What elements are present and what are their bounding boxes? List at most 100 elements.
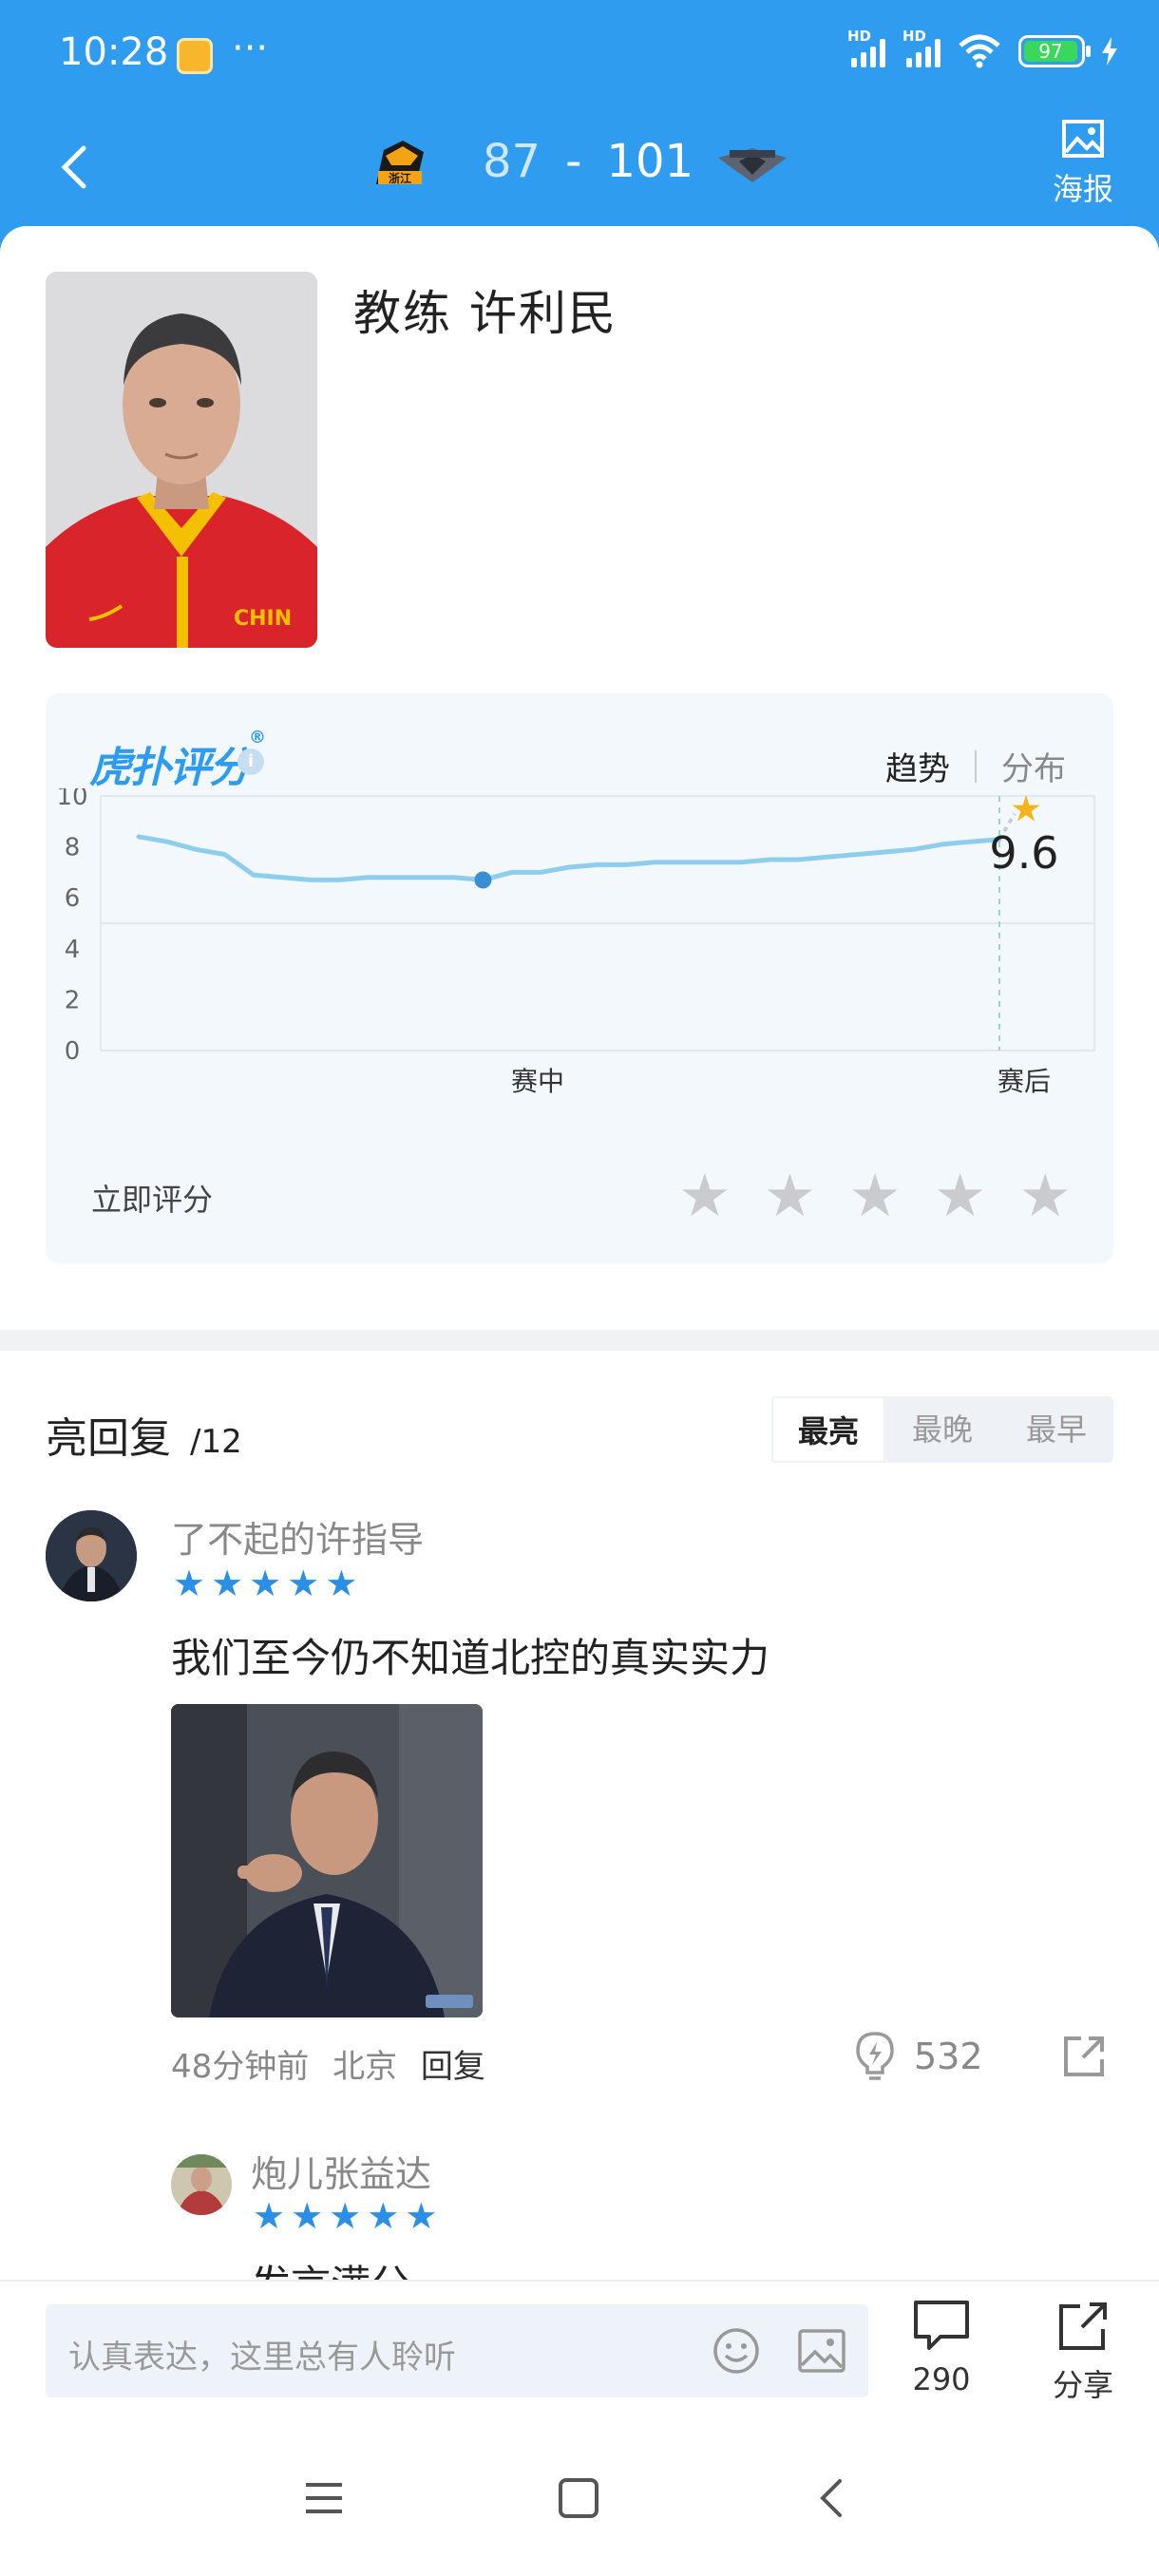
user-star-icon: ★: [325, 1563, 358, 1604]
sort-tab-earliest[interactable]: 最早: [999, 1396, 1113, 1463]
sub-reply-user-stars: ★ ★ ★ ★ ★: [253, 2198, 437, 2234]
like-button[interactable]: 532: [853, 2031, 983, 2082]
poster-button[interactable]: 海报: [1045, 118, 1121, 209]
comment-bar: 认真表达，这里总有人聆听 290 分享: [0, 2280, 1159, 2428]
avatar[interactable]: [46, 1510, 137, 1601]
user-star-icon: ★: [249, 1563, 282, 1604]
user-star-icon: ★: [287, 1563, 320, 1604]
rating-trend-chart: 10 8 6 4 2 0 ★ 9.6 赛中 赛后: [56, 788, 1095, 1097]
poster-label: 海报: [1052, 171, 1113, 207]
zhejiang-team-logo[interactable]: 浙江: [369, 133, 431, 196]
top-bar: 10:28 ··· HD HD 97 浙江 87 - 101 海报: [0, 0, 1159, 256]
menu-icon[interactable]: [302, 2477, 346, 2519]
tab-separator: [975, 749, 977, 783]
user-star-icon: ★: [329, 2195, 362, 2237]
y-tick-label: 2: [65, 986, 81, 1014]
sub-reply-text: 发言满分: [251, 2253, 410, 2280]
system-nav-bar: [0, 2428, 1159, 2576]
rate-star-1[interactable]: ★: [678, 1166, 732, 1225]
status-time: 10:28: [59, 30, 169, 74]
reply-button[interactable]: 回复: [421, 2048, 485, 2086]
reply-meta: 48分钟前 北京 回复: [171, 2040, 485, 2087]
rate-star-4[interactable]: ★: [934, 1166, 987, 1225]
tab-trend[interactable]: 趋势: [885, 743, 950, 789]
poster-icon: [1062, 120, 1104, 158]
trend-line: [136, 834, 1002, 882]
reply-user-stars: ★ ★ ★ ★ ★: [173, 1565, 357, 1601]
sub-reply: 炮儿张益达 ★★★★★ 发言满分: [0, 2130, 1159, 2280]
game-header: 浙江 87 - 101 海报: [0, 112, 1159, 230]
back-nav-icon[interactable]: [813, 2477, 851, 2519]
section-divider: [0, 1330, 1159, 1351]
back-arrow-icon[interactable]: [48, 139, 104, 196]
svg-text:浙江: 浙江: [389, 171, 411, 185]
comment-icon: [914, 2301, 969, 2350]
share-button[interactable]: 分享: [1049, 2299, 1117, 2405]
user-star-icon: ★: [367, 2195, 400, 2237]
comment-count-button[interactable]: 290: [908, 2299, 975, 2397]
coach-photo: CHIN: [46, 272, 317, 648]
avatar[interactable]: [171, 2154, 232, 2215]
svg-text:CHIN: CHIN: [234, 607, 292, 631]
share-icon[interactable]: [1060, 2033, 1108, 2080]
highlight-point: [474, 871, 492, 889]
status-right: HD HD 97: [847, 28, 1117, 68]
home-icon[interactable]: [557, 2477, 600, 2519]
sub-reply-username[interactable]: 炮儿张益达: [251, 2145, 431, 2197]
more-notifications-icon: ···: [232, 27, 269, 70]
user-star-icon: ★: [291, 2195, 324, 2237]
y-tick-label: 10: [56, 788, 87, 811]
sort-tab-latest[interactable]: 最晚: [885, 1396, 999, 1463]
image-picker-icon[interactable]: [796, 2327, 847, 2375]
rating-panel: 虎扑评分® i 趋势 分布 10 8 6 4 2 0 ★ 9.6 赛中 赛后 立即评分 ★…: [46, 693, 1113, 1263]
share-label: 分享: [1052, 2367, 1113, 2403]
rate-star-2[interactable]: ★: [764, 1166, 817, 1225]
rate-star-3[interactable]: ★: [848, 1166, 902, 1225]
user-star-icon: ★: [211, 1563, 244, 1604]
replies-heading: 亮回复/12: [46, 1414, 242, 1463]
battery-icon: 97: [1018, 35, 1091, 67]
like-count: 532: [914, 2036, 983, 2077]
chart-tabs: 趋势 分布: [885, 743, 1066, 789]
coach-title: 教练 许利民: [353, 286, 618, 341]
user-star-icon: ★: [405, 2195, 438, 2237]
status-bar: 10:28 ··· HD HD 97: [0, 0, 1159, 112]
x-label-postgame: 赛后: [998, 1066, 1051, 1097]
share-icon: [1059, 2302, 1107, 2350]
reply-username[interactable]: 了不起的许指导: [171, 1510, 424, 1563]
game-score: 87 - 101: [483, 135, 694, 188]
wifi-icon: [959, 34, 1000, 68]
comment-count: 290: [912, 2361, 971, 2397]
coach-card: CHIN 教练 许利民 虎扑评分® i 趋势 分布 10 8 6 4 2 0 ★ 9.6 …: [0, 226, 1159, 1330]
sort-tab-brightest[interactable]: 最亮: [771, 1396, 885, 1463]
rate-now-label: 立即评分: [91, 1182, 214, 1218]
score-separator: -: [565, 135, 582, 188]
home-score: 87: [483, 135, 542, 188]
y-tick-label: 8: [65, 834, 81, 862]
notification-app-icon: [177, 38, 213, 74]
user-star-icon: ★: [173, 1563, 206, 1604]
rate-star-5[interactable]: ★: [1018, 1166, 1072, 1225]
tab-distribution[interactable]: 分布: [1001, 743, 1066, 789]
x-label-ingame: 赛中: [511, 1066, 564, 1097]
gold-star-icon: ★: [1010, 788, 1042, 830]
replies-count: /12: [190, 1423, 242, 1461]
emoji-icon[interactable]: [711, 2325, 762, 2377]
comment-input[interactable]: 认真表达，这里总有人聆听: [46, 2304, 868, 2397]
reply-location: 北京: [332, 2048, 398, 2086]
sort-tabs: 最亮 最晚 最早: [771, 1396, 1113, 1463]
reply-time: 48分钟前: [171, 2048, 310, 2086]
comment-placeholder: 认真表达，这里总有人聆听: [68, 2339, 456, 2377]
reply-image[interactable]: [171, 1704, 483, 2017]
beikong-team-logo[interactable]: [714, 141, 790, 188]
signal-icon-2: HD: [902, 28, 940, 67]
signal-icon-1: HD: [847, 28, 885, 67]
charging-icon: [1102, 37, 1117, 66]
rating-stars: ★ ★ ★ ★ ★: [678, 1166, 1072, 1225]
y-tick-label: 6: [65, 884, 81, 913]
y-tick-label: 4: [65, 936, 81, 964]
away-score: 101: [606, 135, 694, 188]
info-icon[interactable]: i: [238, 748, 264, 775]
user-star-icon: ★: [253, 2195, 286, 2237]
reply-text: 我们至今仍不知道北控的真实实力: [171, 1635, 770, 1681]
